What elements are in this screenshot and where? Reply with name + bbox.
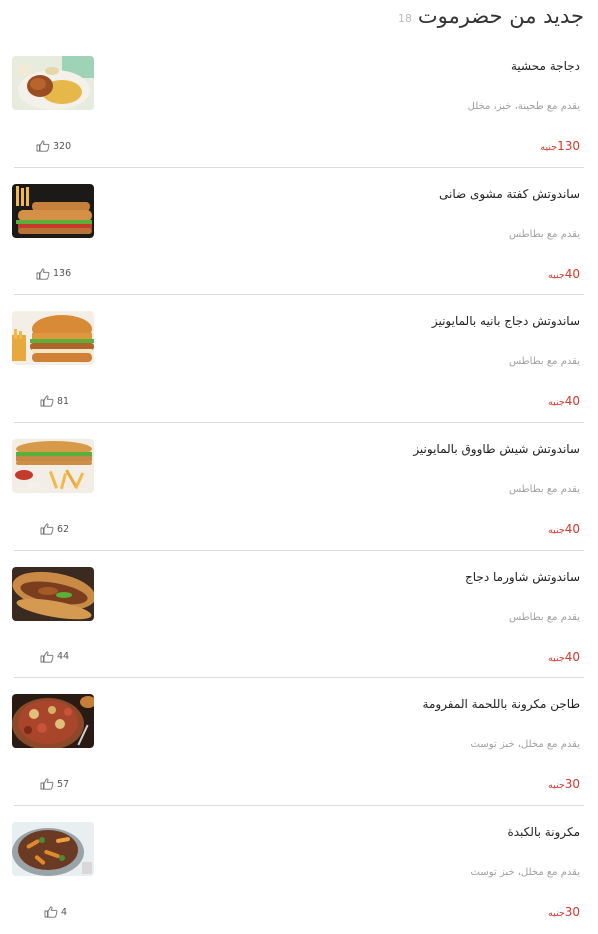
like-button[interactable]: 136	[36, 267, 71, 281]
likes-count: 81	[57, 395, 70, 407]
thumbs-up-icon	[40, 651, 54, 663]
likes-count: 44	[57, 651, 70, 663]
thumbs-up-icon	[36, 140, 50, 152]
thumbs-up-icon	[40, 395, 54, 408]
section-title: جديد من حضرموت	[417, 4, 584, 28]
thumbs-up-icon	[40, 778, 54, 791]
like-button[interactable]: 81	[40, 394, 69, 408]
item-description: يقدم مع طحينة، خبز، مخلل	[467, 101, 580, 112]
like-button[interactable]: 320	[36, 139, 71, 153]
likes-count: 4	[61, 906, 68, 918]
item-name[interactable]: ساندوتش شيش طاووق بالمايونيز	[413, 442, 580, 456]
item-price: 30جنيه	[548, 905, 580, 920]
item-name[interactable]: ساندوتش كفتة مشوى ضانى	[439, 187, 580, 201]
section-item-count: 18	[398, 12, 412, 25]
like-button[interactable]: 44	[40, 650, 69, 664]
thumbs-up-icon	[40, 523, 54, 535]
section-header: جديد من حضرموت 18	[0, 0, 598, 40]
thumbs-up-icon	[36, 268, 50, 280]
likes-count: 320	[53, 140, 72, 152]
menu-item[interactable]: 81 ساندوتش دجاج بانيه بالمايونيز يقدم مع…	[0, 295, 598, 423]
item-description: يقدم مع بطاطس	[508, 484, 580, 496]
thumbs-up-icon	[44, 906, 58, 918]
item-name[interactable]: مكرونة بالكبدة	[507, 825, 580, 839]
menu-item[interactable]: 62 ساندوتش شيش طاووق بالمايونيز يقدم مع …	[0, 423, 598, 551]
item-description: يقدم مع مخلل، خبز توست	[470, 867, 580, 879]
item-description: يقدم مع بطاطس	[508, 228, 580, 240]
item-image-liver-pasta[interactable]	[12, 822, 94, 877]
like-button[interactable]: 4	[44, 905, 67, 919]
item-image-kofta-sandwich[interactable]	[12, 183, 94, 238]
item-description: يقدم مع بطاطس	[508, 611, 580, 623]
item-price: 40جنيه	[548, 649, 580, 664]
item-description: يقدم مع مخلل، خبز توست	[470, 739, 580, 751]
item-image-panne-chicken-burger[interactable]	[12, 311, 94, 366]
item-price: 130جنيه	[540, 139, 580, 153]
item-name[interactable]: ساندوتش شاورما دجاج	[465, 570, 580, 584]
menu-item[interactable]: 4 مكرونة بالكبدة يقدم مع مخلل، خبز توست …	[0, 806, 598, 934]
item-image-stuffed-chicken[interactable]	[12, 56, 94, 110]
item-price: 40جنيه	[548, 266, 580, 281]
menu-item[interactable]: 44 ساندوتش شاورما دجاج يقدم مع بطاطس 40ج…	[0, 551, 598, 679]
item-name[interactable]: دجاجة محشية	[511, 59, 580, 73]
likes-count: 57	[57, 778, 70, 790]
item-price: 40جنيه	[548, 522, 580, 537]
item-image-chicken-shawarma-sandwich[interactable]	[12, 566, 94, 621]
menu-item[interactable]: 57 طاجن مكرونة باللحمة المفرومة يقدم مع …	[0, 678, 598, 806]
menu-item[interactable]: 320 دجاجة محشية يقدم مع طحينة، خبز، مخلل…	[0, 40, 598, 168]
item-name[interactable]: طاجن مكرونة باللحمة المفرومة	[423, 697, 580, 711]
item-description: يقدم مع بطاطس	[508, 356, 580, 368]
likes-count: 62	[57, 523, 70, 535]
menu-item-list: 320 دجاجة محشية يقدم مع طحينة، خبز، مخلل…	[0, 40, 598, 934]
item-image-minced-meat-pasta-tagine[interactable]	[12, 694, 94, 749]
menu-item[interactable]: 136 ساندوتش كفتة مشوى ضانى يقدم مع بطاطس…	[0, 168, 598, 296]
item-image-shish-tawook-sandwich[interactable]	[12, 439, 94, 494]
like-button[interactable]: 62	[40, 522, 69, 536]
item-name[interactable]: ساندوتش دجاج بانيه بالمايونيز	[432, 314, 580, 328]
likes-count: 136	[53, 268, 72, 280]
item-price: 40جنيه	[548, 394, 580, 409]
like-button[interactable]: 57	[40, 777, 69, 791]
item-price: 30جنيه	[548, 777, 580, 792]
